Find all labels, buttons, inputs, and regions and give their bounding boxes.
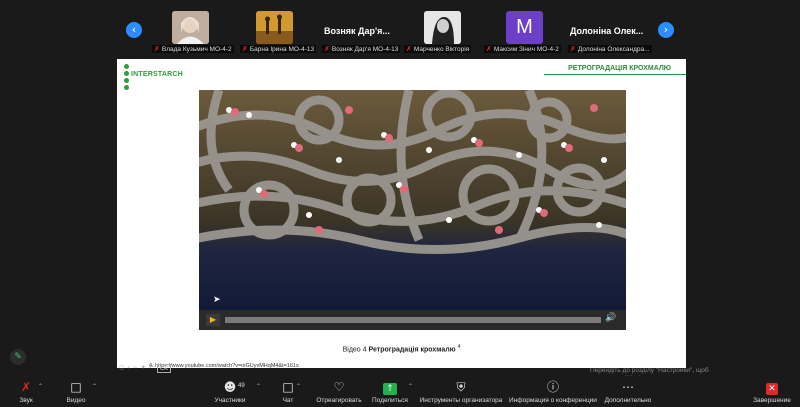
- participant-tile[interactable]: ✗ Марченко Вікторія: [404, 8, 484, 54]
- video-button[interactable]: □ Видео ⌃: [62, 380, 98, 404]
- annotate-pen-icon[interactable]: ✎: [10, 349, 26, 365]
- chevron-left-icon[interactable]: ‹: [126, 22, 142, 38]
- mic-muted-icon: ✗: [570, 45, 576, 53]
- annotation-tools: ○ ‹ ∼ ✦ ↶ CK: [119, 364, 171, 373]
- react-button[interactable]: ♡ Отреагировать: [314, 380, 364, 404]
- camera-icon: □: [70, 380, 82, 394]
- shield-icon: ⛨: [456, 380, 466, 394]
- video-player[interactable]: ➤ ▶ 🔊: [199, 90, 626, 330]
- audio-button[interactable]: ✗ Звук ⌃: [12, 380, 43, 404]
- participant-name: ✗ Марченко Вікторія: [404, 45, 472, 53]
- share-screen-icon: ↑: [383, 383, 397, 395]
- end-call-icon: ✕: [766, 383, 778, 395]
- participant-tile[interactable]: ✗ Барна Ірина МО-4-13: [240, 8, 326, 54]
- participant-video: [256, 11, 293, 44]
- video-progress-track[interactable]: [225, 317, 601, 323]
- windows-activation-title: Активація Windows: [590, 354, 679, 365]
- participants-strip: ‹ ✗ Влада Кузьмич МО-4-2 ✗ Барна Ірина МО-…: [0, 0, 800, 56]
- mic-muted-icon: ✗: [406, 45, 412, 53]
- more-button[interactable]: ⋯ Дополнительно: [600, 380, 656, 404]
- video-controls: ▶ 🔊: [199, 310, 626, 330]
- chat-button[interactable]: □ Чат ⌃: [278, 380, 301, 404]
- participant-avatar: M: [506, 11, 543, 44]
- participant-video: [172, 11, 209, 44]
- interstarch-logo-dots: [124, 64, 130, 90]
- participant-name: ✗ Долоніна Олександра...: [568, 45, 652, 53]
- participant-tile[interactable]: ✗ Влада Кузьмич МО-4-2: [152, 8, 238, 54]
- meeting-toolbar: ✗ Звук ⌃ □ Видео ⌃ ☻ Участники 49 ⌃ □ Ча…: [0, 376, 800, 407]
- draw-tool-icon[interactable]: ∼: [133, 364, 138, 373]
- footnote: 4. https://www.youtube.com/watch?v=oiGUy…: [149, 363, 299, 369]
- participant-tile[interactable]: M ✗ Максим Зінич МО-4-2: [484, 8, 568, 54]
- chevron-up-icon[interactable]: ⌃: [296, 383, 301, 390]
- participant-name: ✗ Максим Зінич МО-4-2: [484, 45, 561, 53]
- participant-tile[interactable]: Долоніна Олек... ✗ Долоніна Олександра...: [568, 8, 656, 54]
- shared-screen: INTERSTARCH РЕТРОГРАДАЦІЯ КРОХМАЛЮ ➤ ▶ 🔊…: [0, 56, 800, 382]
- meeting-info-button[interactable]: ⓘ Информация о конференции: [508, 380, 598, 404]
- mic-muted-icon: ✗: [20, 380, 32, 394]
- chevron-right-icon[interactable]: ›: [658, 22, 674, 38]
- interstarch-logo: INTERSTARCH: [131, 71, 183, 78]
- mic-muted-icon: ✗: [486, 45, 492, 53]
- arrow-tool-icon[interactable]: ‹: [127, 364, 129, 373]
- host-tools-button[interactable]: ⛨ Инструменты организатора: [418, 380, 504, 404]
- participant-big-name: Возняк Дар'я...: [324, 26, 390, 36]
- chevron-up-icon[interactable]: ⌃: [92, 383, 97, 390]
- slide-title: РЕТРОГРАДАЦІЯ КРОХМАЛЮ: [568, 65, 671, 72]
- participants-count: 49: [238, 383, 245, 389]
- participant-video: [424, 11, 461, 44]
- participant-name: ✗ Влада Кузьмич МО-4-2: [152, 45, 234, 53]
- chevron-up-icon[interactable]: ⌃: [38, 383, 43, 390]
- end-meeting-button[interactable]: ✕ Завершение: [750, 380, 794, 404]
- closed-captions-button[interactable]: CK: [156, 364, 171, 373]
- participants-button[interactable]: ☻ Участники 49 ⌃: [210, 380, 261, 404]
- pointer-tool-icon[interactable]: ○: [119, 364, 124, 373]
- volume-icon[interactable]: 🔊: [605, 313, 616, 323]
- participant-name: ✗ Барна Ірина МО-4-13: [240, 45, 317, 53]
- participant-tile[interactable]: Возняк Дар'я... ✗ Возняк Дар'я МО-4-13: [322, 8, 412, 54]
- share-screen-button[interactable]: ↑ Поделиться ⌃: [370, 380, 413, 404]
- info-icon: ⓘ: [546, 380, 559, 394]
- stamp-tool-icon[interactable]: ✦: [141, 364, 146, 373]
- play-icon[interactable]: ▶: [206, 314, 220, 326]
- participant-big-name: Долоніна Олек...: [570, 26, 644, 36]
- presentation-slide: INTERSTARCH РЕТРОГРАДАЦІЯ КРОХМАЛЮ ➤ ▶ 🔊…: [117, 59, 686, 369]
- mic-muted-icon: ✗: [242, 45, 248, 53]
- chevron-up-icon[interactable]: ⌃: [256, 383, 261, 390]
- heart-icon: ♡: [333, 380, 345, 394]
- title-underline: [544, 74, 686, 75]
- chevron-up-icon[interactable]: ⌃: [408, 383, 413, 390]
- more-dots-icon: ⋯: [622, 380, 634, 394]
- chat-icon: □: [282, 380, 294, 394]
- mic-muted-icon: ✗: [154, 45, 160, 53]
- video-caption: Відео 4 Ретроградація крохмалю 4: [342, 344, 461, 354]
- starch-animation-frame: [199, 90, 626, 310]
- mic-muted-icon: ✗: [324, 45, 330, 53]
- participant-name: ✗ Возняк Дар'я МО-4-13: [322, 45, 401, 53]
- undo-tool-icon[interactable]: ↶: [149, 364, 154, 373]
- mouse-cursor-icon: ➤: [213, 295, 221, 305]
